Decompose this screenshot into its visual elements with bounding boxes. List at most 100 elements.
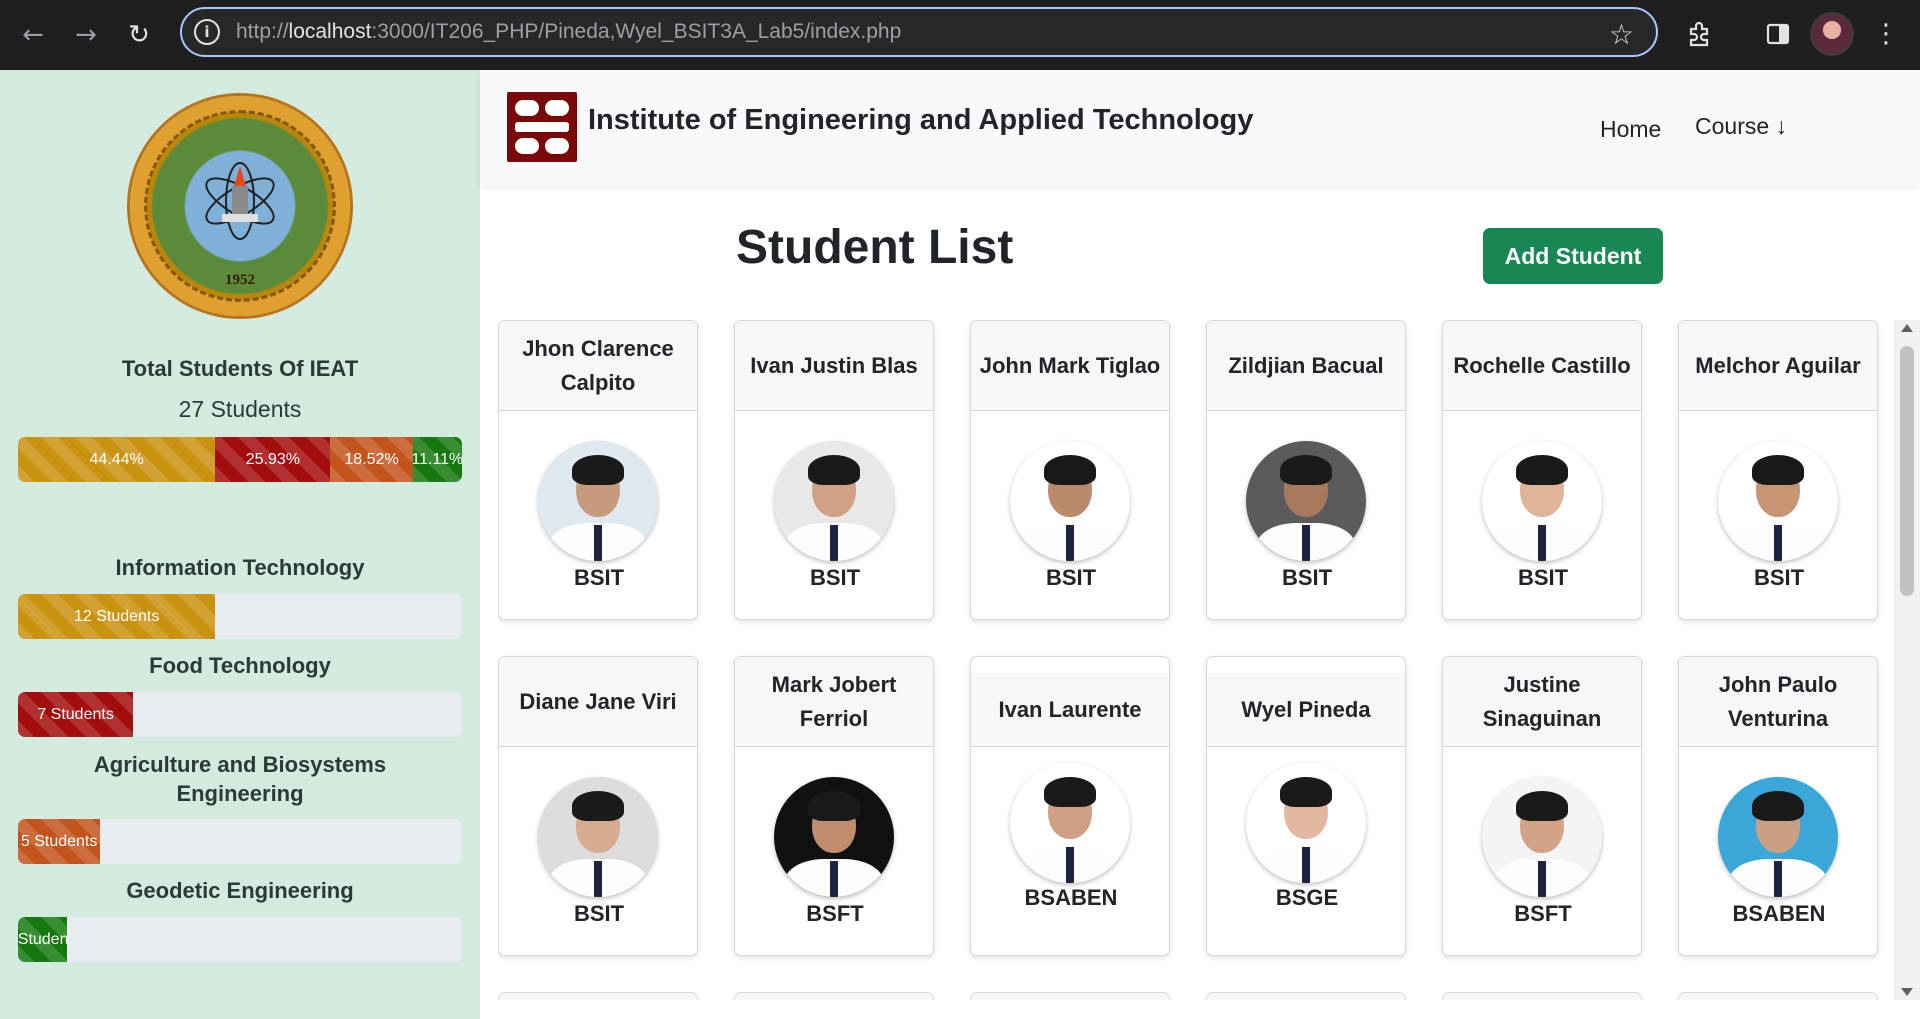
student-photo <box>1010 441 1130 561</box>
college-seal-logo: 1952 <box>130 96 350 316</box>
student-name: Wyel Pineda <box>1207 673 1405 747</box>
brand-title[interactable]: Institute of Engineering and Applied Tec… <box>588 104 1253 137</box>
student-course: BSIT <box>1517 565 1569 590</box>
nav-home-link[interactable]: Home <box>1600 116 1661 143</box>
forward-arrow-icon[interactable]: → <box>66 15 106 55</box>
course-bar-fill-abe: 5 Students <box>18 819 101 864</box>
bookmark-star-icon[interactable]: ☆ <box>1609 18 1634 51</box>
student-card[interactable]: Wyel Pineda BSGE <box>1206 656 1406 956</box>
main-content: Institute of Engineering and Applied Tec… <box>480 70 1920 1019</box>
total-students-title: Total Students Of IEAT <box>121 356 359 381</box>
student-card-partial[interactable] <box>734 992 934 1000</box>
reload-icon[interactable]: ↻ <box>119 15 159 55</box>
course-bar-ge: 3 Students <box>18 917 462 962</box>
course-bar-abe: 5 Students <box>18 819 462 864</box>
student-photo <box>774 777 894 897</box>
student-name: Jhon Clarence Calpito <box>499 321 697 411</box>
student-card-partial[interactable] <box>970 992 1170 1000</box>
profile-avatar[interactable] <box>1810 12 1854 56</box>
student-course: BSIT <box>573 901 625 926</box>
overall-progress-bar: 44.44% 25.93% 18.52% 11.11% <box>18 437 462 482</box>
student-photo <box>538 777 658 897</box>
course-title-ft: Food Technology <box>149 653 331 678</box>
student-card[interactable]: John Mark Tiglao BSIT <box>970 320 1170 620</box>
scrollbar[interactable] <box>1894 320 1920 1000</box>
student-name: Justine Sinaguinan <box>1443 657 1641 747</box>
course-title-ge: Geodetic Engineering <box>126 878 354 903</box>
student-card-grid: Jhon Clarence Calpito BSIT Ivan Justin Bla… <box>498 320 1898 1000</box>
student-card[interactable]: Justine Sinaguinan BSFT <box>1442 656 1642 956</box>
total-students-count: 27 Students <box>178 396 302 422</box>
side-panel-icon[interactable] <box>1758 14 1798 54</box>
student-photo <box>1246 763 1366 883</box>
student-card[interactable]: Ivan Laurente BSABEN <box>970 656 1170 956</box>
student-card[interactable]: Diane Jane Viri BSIT <box>498 656 698 956</box>
student-name: Ivan Laurente <box>971 673 1169 747</box>
student-course: BSIT <box>573 565 625 590</box>
student-course: BSIT <box>1753 565 1805 590</box>
student-photo <box>1718 777 1838 897</box>
student-card[interactable]: Ivan Justin Blas BSIT <box>734 320 934 620</box>
course-bar-it: 12 Students <box>18 594 462 639</box>
student-course: BSABEN <box>1024 885 1118 910</box>
back-arrow-icon[interactable]: ← <box>13 15 53 55</box>
menu-kebab-icon[interactable]: ⋮ <box>1866 14 1906 54</box>
institute-logo[interactable] <box>507 92 577 162</box>
scroll-down-arrow-icon[interactable] <box>1901 988 1913 996</box>
student-course: BSFT <box>806 901 864 926</box>
student-name: Melchor Aguilar <box>1679 321 1877 411</box>
student-course: BSIT <box>1045 565 1097 590</box>
scroll-thumb[interactable] <box>1900 346 1914 596</box>
student-course: BSFT <box>1514 901 1572 926</box>
student-photo <box>1718 441 1838 561</box>
course-bar-fill-it: 12 Students <box>18 594 216 639</box>
student-card-partial[interactable] <box>1678 992 1878 1000</box>
student-name: Ivan Justin Blas <box>735 321 933 411</box>
site-info-icon[interactable]: i <box>194 19 220 45</box>
student-name: John Paulo Venturina <box>1679 657 1877 747</box>
add-student-button[interactable]: Add Student <box>1483 228 1663 284</box>
student-name: Mark Jobert Ferriol <box>735 657 933 747</box>
course-title-it: Information Technology <box>115 555 365 580</box>
sidebar: 1952 Total Students Of IEAT 27 Students … <box>0 70 480 1019</box>
student-card[interactable]: Jhon Clarence Calpito BSIT <box>498 320 698 620</box>
student-card-partial[interactable] <box>1442 992 1642 1000</box>
url-text[interactable]: http://localhost:3000/IT206_PHP/Pineda,W… <box>236 20 901 44</box>
student-card[interactable]: Melchor Aguilar BSIT <box>1678 320 1878 620</box>
student-card[interactable]: Rochelle Castillo BSIT <box>1442 320 1642 620</box>
student-card-partial[interactable] <box>498 992 698 1000</box>
nav-course-dropdown[interactable]: Course ↓ <box>1695 113 1787 140</box>
page-title: Student List <box>736 221 1014 274</box>
site-navbar: Institute of Engineering and Applied Tec… <box>480 70 1920 186</box>
student-name: Diane Jane Viri <box>499 657 697 747</box>
student-card[interactable]: John Paulo Venturina BSABEN <box>1678 656 1878 956</box>
progress-segment-ft: 25.93% <box>215 437 331 482</box>
course-bar-fill-ge: 3 Students <box>18 917 68 962</box>
progress-segment-abe: 18.52% <box>330 437 413 482</box>
browser-toolbar: ← → ↻ i http://localhost:3000/IT206_PHP/… <box>0 0 1920 70</box>
student-course: BSIT <box>809 565 861 590</box>
student-photo <box>1482 441 1602 561</box>
student-photo <box>774 441 894 561</box>
student-name: Rochelle Castillo <box>1443 321 1641 411</box>
address-bar[interactable]: i http://localhost:3000/IT206_PHP/Pineda… <box>180 7 1658 57</box>
student-course: BSGE <box>1275 885 1339 910</box>
course-bar-fill-ft: 7 Students <box>18 692 134 737</box>
student-course: BSABEN <box>1732 901 1826 926</box>
student-course: BSIT <box>1281 565 1333 590</box>
extensions-icon[interactable] <box>1679 14 1719 54</box>
course-bar-ft: 7 Students <box>18 692 462 737</box>
student-photo <box>538 441 658 561</box>
student-card[interactable]: Mark Jobert Ferriol BSFT <box>734 656 934 956</box>
student-card-partial[interactable] <box>1206 992 1406 1000</box>
progress-segment-it: 44.44% <box>18 437 216 482</box>
course-title-abe: Agriculture and Biosystems Engineering <box>93 752 387 806</box>
student-photo <box>1010 763 1130 883</box>
scroll-up-arrow-icon[interactable] <box>1901 324 1913 332</box>
student-card[interactable]: Zildjian Bacual BSIT <box>1206 320 1406 620</box>
student-name: John Mark Tiglao <box>971 321 1169 411</box>
student-photo <box>1246 441 1366 561</box>
student-name: Zildjian Bacual <box>1207 321 1405 411</box>
progress-segment-ge: 11.11% <box>412 437 462 482</box>
seal-year: 1952 <box>225 272 255 288</box>
